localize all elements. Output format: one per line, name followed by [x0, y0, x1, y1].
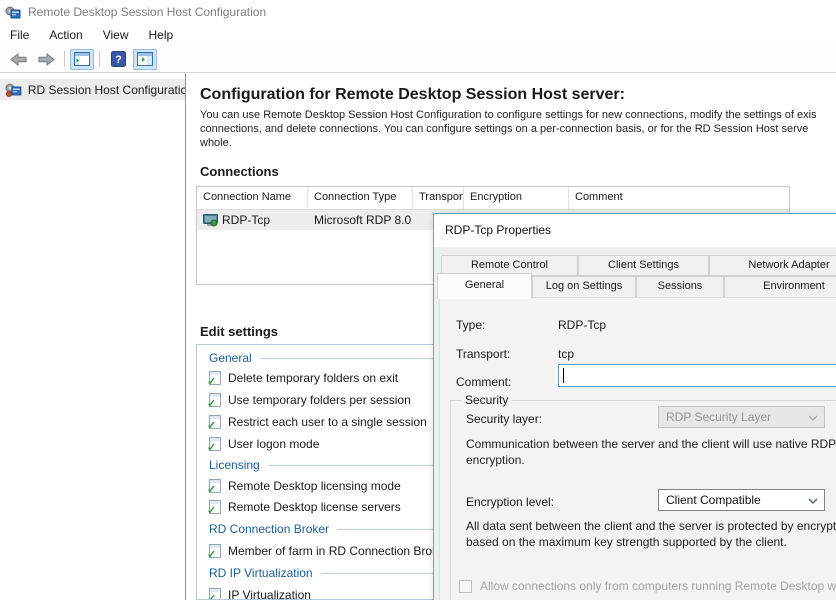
chevron-down-icon — [808, 415, 818, 421]
setting-user-logon-mode[interactable]: User logon mode — [209, 437, 319, 451]
setting-delete-temp-folders[interactable]: Delete temporary folders on exit — [209, 371, 398, 385]
security-layer-select: RDP Security Layer — [658, 406, 825, 428]
setting-icon — [209, 544, 221, 558]
transport-label: Transport: — [456, 347, 510, 361]
forward-button[interactable] — [33, 49, 59, 70]
tree-node-rd-session-host[interactable]: RD Session Host Configuratic — [0, 79, 185, 100]
tree-node-label: RD Session Host Configuratic — [28, 83, 185, 97]
nla-checkbox-label: Allow connections only from computers ru… — [480, 579, 836, 593]
comment-label: Comment: — [456, 375, 511, 389]
help-button[interactable]: ? — [105, 49, 131, 70]
nla-checkbox — [459, 580, 472, 593]
forward-arrow-icon — [38, 53, 55, 66]
connections-table-header: Connection Name Connection Type Transpor… — [197, 187, 789, 210]
column-header-connection-type[interactable]: Connection Type — [308, 187, 413, 209]
app-window: Remote Desktop Session Host Configuratio… — [0, 0, 836, 600]
tab-general[interactable]: General — [437, 273, 532, 299]
edit-settings-heading: Edit settings — [200, 324, 278, 339]
setting-member-of-farm[interactable]: Member of farm in RD Connection Broker — [209, 544, 449, 558]
setting-licensing-mode[interactable]: Remote Desktop licensing mode — [209, 479, 401, 493]
security-layer-note-line: encryption. — [466, 452, 525, 468]
app-icon — [5, 4, 21, 20]
menu-file[interactable]: File — [0, 26, 39, 44]
menu-view[interactable]: View — [93, 26, 139, 44]
page-description-line: whole. — [200, 137, 232, 149]
show-console-tree-button[interactable] — [70, 49, 94, 70]
tab-client-settings[interactable]: Client Settings — [578, 255, 709, 276]
page-title: Configuration for Remote Desktop Session… — [200, 86, 625, 104]
dialog-titlebar[interactable]: RDP-Tcp Properties — [434, 214, 836, 247]
menubar: File Action View Help — [0, 24, 836, 46]
menu-help[interactable]: Help — [139, 26, 184, 44]
titlebar: Remote Desktop Session Host Configuratio… — [0, 0, 836, 24]
help-icon: ? — [111, 51, 126, 67]
transport-value: tcp — [558, 347, 574, 361]
console-tree-icon — [74, 52, 90, 66]
setting-icon — [209, 437, 221, 451]
menu-action[interactable]: Action — [39, 26, 92, 44]
connections-heading: Connections — [200, 164, 279, 179]
column-header-encryption[interactable]: Encryption — [464, 187, 569, 209]
security-layer-label: Security layer: — [466, 412, 542, 426]
action-pane-icon — [137, 52, 153, 66]
setting-temp-folders-per-session[interactable]: Use temporary folders per session — [209, 393, 411, 407]
page-description-line: You can use Remote Desktop Session Host … — [200, 109, 817, 121]
encryption-note-line: All data sent between the client and the… — [466, 518, 836, 534]
setting-icon — [209, 415, 221, 429]
rdp-tcp-properties-dialog: RDP-Tcp Properties Remote Control Client… — [433, 213, 836, 600]
tab-environment[interactable]: Environment — [724, 276, 836, 298]
toolbar-separator — [64, 51, 65, 67]
column-header-transport[interactable]: Transport — [413, 187, 464, 209]
column-header-comment[interactable]: Comment — [569, 187, 789, 209]
tab-network-adapter[interactable]: Network Adapter — [709, 255, 836, 276]
window-title: Remote Desktop Session Host Configuratio… — [28, 5, 266, 19]
text-cursor — [563, 368, 564, 383]
setting-restrict-single-session[interactable]: Restrict each user to a single session — [209, 415, 427, 429]
connection-type: Microsoft RDP 8.0 — [314, 213, 411, 227]
toolbar: ? — [0, 46, 836, 73]
comment-input[interactable] — [558, 364, 836, 387]
rd-session-host-icon — [5, 82, 22, 98]
setting-icon — [209, 588, 221, 600]
setting-icon — [209, 393, 221, 407]
encryption-note-line: based on the maximum key strength suppor… — [466, 534, 787, 550]
tab-log-on-settings[interactable]: Log on Settings — [532, 276, 636, 298]
chevron-down-icon — [808, 498, 818, 504]
toolbar-separator — [99, 51, 100, 67]
back-arrow-icon — [10, 53, 27, 66]
security-layer-note-line: Communication between the server and the… — [466, 436, 836, 452]
connection-icon — [203, 214, 218, 227]
column-header-connection-name[interactable]: Connection Name — [197, 187, 308, 209]
encryption-level-label: Encryption level: — [466, 495, 554, 509]
tab-sessions[interactable]: Sessions — [636, 276, 724, 298]
connection-name: RDP-Tcp — [222, 213, 270, 227]
type-value: RDP-Tcp — [558, 318, 606, 332]
setting-icon — [209, 479, 221, 493]
setting-icon — [209, 371, 221, 385]
back-button[interactable] — [5, 49, 31, 70]
dialog-title: RDP-Tcp Properties — [445, 223, 551, 237]
type-label: Type: — [456, 318, 485, 332]
svg-text:?: ? — [115, 54, 122, 66]
setting-license-servers[interactable]: Remote Desktop license servers — [209, 500, 401, 514]
setting-icon — [209, 500, 221, 514]
setting-ip-virtualization[interactable]: IP Virtualization — [209, 588, 311, 600]
encryption-level-select[interactable]: Client Compatible — [658, 489, 825, 511]
page-description-line: connections, and delete connections. You… — [200, 123, 808, 135]
security-group-label: Security — [461, 393, 512, 407]
console-tree-pane: RD Session Host Configuratic — [0, 73, 186, 600]
show-action-pane-button[interactable] — [133, 49, 157, 70]
